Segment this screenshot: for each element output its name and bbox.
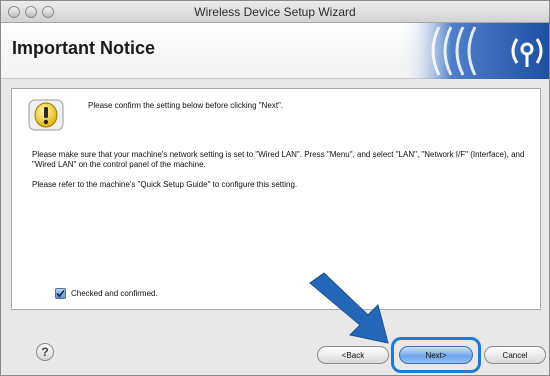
next-button[interactable]: Next>	[399, 346, 473, 364]
notice-lead-text: Please confirm the setting below before …	[88, 101, 284, 110]
confirm-checkbox[interactable]	[55, 288, 66, 299]
help-button[interactable]: ?	[36, 343, 54, 361]
back-button[interactable]: <Back	[317, 346, 389, 364]
wizard-window: Wireless Device Setup Wizard Important N…	[0, 0, 550, 376]
notice-paragraph: Please refer to the machine's "Quick Set…	[32, 180, 298, 189]
confirm-checkbox-row[interactable]: Checked and confirmed.	[55, 288, 158, 299]
wireless-logo-icon	[399, 23, 549, 79]
pointer-arrow-icon	[309, 272, 389, 344]
page-header: Important Notice	[1, 23, 549, 79]
confirm-checkbox-label: Checked and confirmed.	[71, 289, 158, 298]
notice-panel: Please confirm the setting below before …	[11, 88, 541, 310]
window-title: Wireless Device Setup Wizard	[194, 5, 356, 19]
checkmark-icon	[56, 289, 65, 298]
warning-icon	[28, 99, 64, 131]
page-title: Important Notice	[12, 38, 156, 58]
notice-paragraph: Please make sure that your machine's net…	[32, 150, 525, 169]
cancel-button[interactable]: Cancel	[484, 346, 546, 364]
notice-body: Please make sure that your machine's net…	[32, 150, 532, 200]
title-bar: Wireless Device Setup Wizard	[1, 1, 549, 23]
